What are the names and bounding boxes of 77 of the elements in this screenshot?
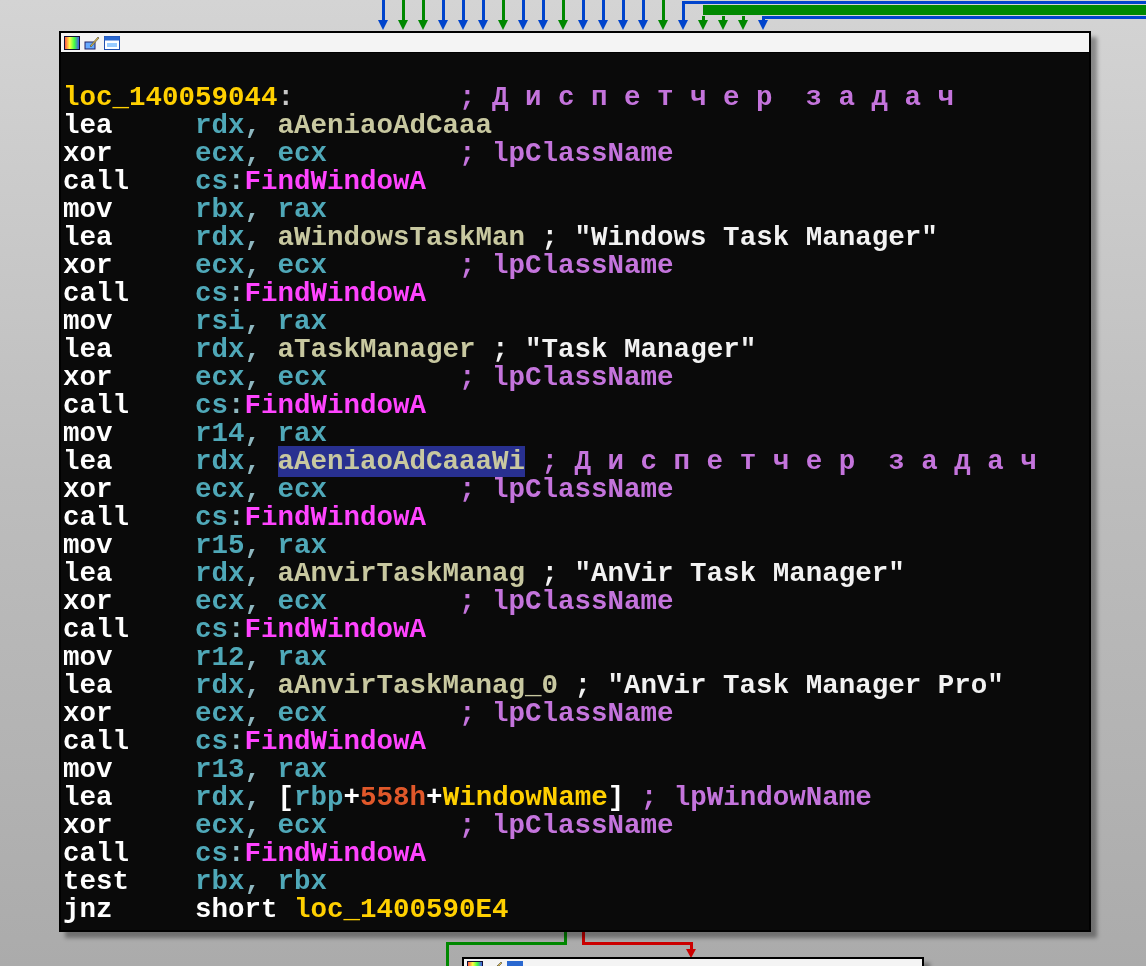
instruction-mnemonic: call <box>63 504 130 532</box>
code-comment: ; lpClassName <box>459 364 674 392</box>
instruction-mnemonic: lea <box>63 224 114 252</box>
instruction-mnemonic: lea <box>63 448 114 476</box>
operands[interactable]: rbx, rbx <box>195 868 328 896</box>
code-comment: ; lpClassName <box>459 140 674 168</box>
operands[interactable]: ecx, ecx <box>195 588 443 616</box>
operands[interactable]: ecx, ecx <box>195 812 443 840</box>
color-palette-icon[interactable] <box>467 961 483 966</box>
instruction-mnemonic: xor <box>63 364 114 392</box>
color-palette-icon[interactable] <box>64 35 80 50</box>
instruction-mnemonic: call <box>63 840 130 868</box>
operands[interactable]: cs:FindWindowA <box>195 280 427 308</box>
instruction-mnemonic: call <box>63 616 130 644</box>
instruction-mnemonic: mov <box>63 196 114 224</box>
code-comment: ; Д и с п е т ч е р з а д а ч <box>541 448 1037 476</box>
operands[interactable]: ecx, ecx <box>195 140 443 168</box>
code-block-node[interactable] <box>59 31 1091 932</box>
pencil-icon[interactable] <box>84 35 100 50</box>
operands[interactable]: r13, rax <box>195 756 328 784</box>
instruction-mnemonic: lea <box>63 560 114 588</box>
instruction-mnemonic: lea <box>63 112 114 140</box>
operands[interactable]: cs:FindWindowA <box>195 168 427 196</box>
instruction-mnemonic: xor <box>63 476 114 504</box>
instruction-mnemonic: jnz <box>63 896 114 924</box>
code-comment: ; lpClassName <box>459 700 674 728</box>
code-comment: ; lpWindowName <box>640 784 872 812</box>
operands[interactable]: rsi, rax <box>195 308 328 336</box>
operands[interactable]: rdx, aAnvirTaskManag <box>195 560 526 588</box>
operands[interactable]: cs:FindWindowA <box>195 728 427 756</box>
window-icon[interactable] <box>104 35 120 50</box>
instruction-mnemonic: test <box>63 868 130 896</box>
instruction-mnemonic: mov <box>63 756 114 784</box>
code-comment: ; lpClassName <box>459 252 674 280</box>
instruction-mnemonic: xor <box>63 140 114 168</box>
instruction-mnemonic: call <box>63 392 130 420</box>
code-comment: ; lpClassName <box>459 588 674 616</box>
operands[interactable]: rdx, [rbp+558h+WindowName] <box>195 784 625 812</box>
code-comment: ; lpClassName <box>459 812 674 840</box>
operands[interactable]: ecx, ecx <box>195 364 443 392</box>
operands[interactable]: r12, rax <box>195 644 328 672</box>
instruction-mnemonic: xor <box>63 812 114 840</box>
instruction-mnemonic: mov <box>63 644 114 672</box>
instruction-mnemonic: mov <box>63 308 114 336</box>
instruction-mnemonic: mov <box>63 420 114 448</box>
operands[interactable]: cs:FindWindowA <box>195 616 427 644</box>
operands[interactable]: ecx, ecx <box>195 476 443 504</box>
code-label[interactable]: loc_140059044: <box>63 84 443 112</box>
instruction-mnemonic: xor <box>63 700 114 728</box>
code-comment: ; Д и с п е т ч е р з а д а ч <box>459 84 955 112</box>
instruction-mnemonic: mov <box>63 532 114 560</box>
operands[interactable]: cs:FindWindowA <box>195 840 427 868</box>
instruction-mnemonic: call <box>63 168 130 196</box>
code-comment: ; "AnVir Task Manager" <box>541 560 905 588</box>
operands[interactable]: r14, rax <box>195 420 328 448</box>
operands[interactable]: rbx, rax <box>195 196 328 224</box>
instruction-mnemonic: xor <box>63 588 114 616</box>
operands[interactable]: cs:FindWindowA <box>195 392 427 420</box>
code-comment: ; "Windows Task Manager" <box>541 224 938 252</box>
code-comment: ; lpClassName <box>459 476 674 504</box>
operands[interactable]: rdx, aAeniaoAdCaaa <box>195 112 493 140</box>
instruction-mnemonic: lea <box>63 672 114 700</box>
instruction-mnemonic: call <box>63 280 130 308</box>
operands[interactable]: rdx, aWindowsTaskMan <box>195 224 526 252</box>
operands[interactable]: rdx, aTaskManager <box>195 336 476 364</box>
operands[interactable]: ecx, ecx <box>195 252 443 280</box>
code-comment: ; "AnVir Task Manager Pro" <box>574 672 1004 700</box>
instruction-mnemonic: xor <box>63 252 114 280</box>
operands[interactable]: cs:FindWindowA <box>195 504 427 532</box>
operands[interactable]: ecx, ecx <box>195 700 443 728</box>
operands[interactable]: rdx, aAnvirTaskManag_0 <box>195 672 559 700</box>
code-comment: ; "Task Manager" <box>492 336 757 364</box>
operands[interactable]: short loc_1400590E4 <box>195 896 509 924</box>
instruction-mnemonic: call <box>63 728 130 756</box>
operands[interactable]: r15, rax <box>195 532 328 560</box>
instruction-mnemonic: lea <box>63 784 114 812</box>
instruction-mnemonic: lea <box>63 336 114 364</box>
